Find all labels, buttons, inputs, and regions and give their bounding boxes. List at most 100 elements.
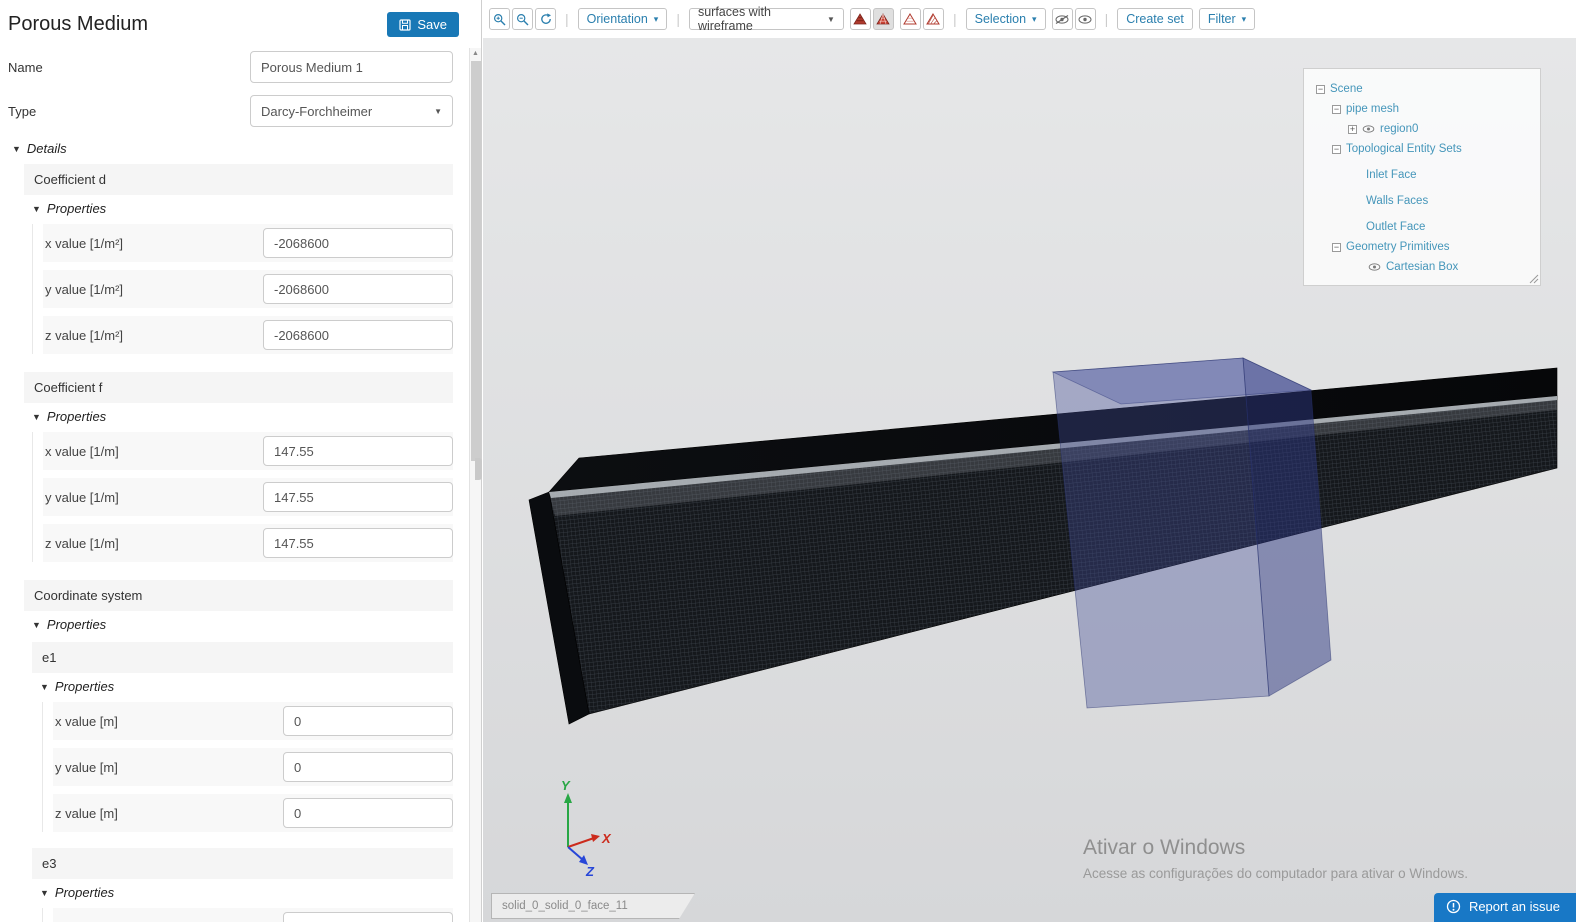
hide-selection-button[interactable] — [1051, 8, 1073, 30]
collapse-icon: ▼ — [32, 619, 41, 630]
save-button[interactable]: Save — [387, 12, 459, 37]
axis-z-label: Z — [585, 864, 595, 879]
viewer-area: | Orientation ▾ | surfaces with wirefram… — [483, 0, 1576, 922]
chevron-down-icon: ▾ — [653, 13, 659, 24]
selection-dropdown[interactable]: Selection ▾ — [965, 8, 1046, 30]
properties-label: Properties — [46, 201, 107, 216]
properties-toggle[interactable]: ▼ Properties — [32, 409, 453, 424]
tree-item-scene[interactable]: − Scene — [1304, 79, 1540, 99]
property-row: y value [m] — [53, 748, 453, 786]
orientation-label: Orientation — [586, 12, 648, 26]
z-value-input[interactable] — [263, 528, 453, 558]
mesh-view-button-1[interactable] — [849, 8, 871, 30]
type-select[interactable]: Darcy-Forchheimer ▼ — [250, 95, 453, 127]
eye-icon[interactable] — [1362, 125, 1375, 133]
chevron-down-icon: ▼ — [434, 106, 442, 116]
panel-resize-handle[interactable] — [475, 458, 482, 480]
mesh-view-button-3[interactable] — [899, 8, 921, 30]
mesh-surface-wireframe-icon — [876, 13, 891, 25]
section-coefficient-d: Coefficient d ▼ Properties x value [1/m²… — [24, 164, 453, 354]
name-label: Name — [8, 59, 43, 75]
zoom-out-icon — [516, 13, 529, 25]
property-row: x value [m] — [53, 908, 453, 922]
axis-y-label: Y — [561, 778, 571, 793]
property-row: x value [m] — [53, 702, 453, 740]
z-value-input[interactable] — [263, 320, 453, 350]
properties-label: Properties — [54, 679, 115, 694]
mesh-view-button-4[interactable] — [922, 8, 944, 30]
properties-toggle[interactable]: ▼ Properties — [40, 679, 453, 694]
property-row: y value [1/m] — [43, 478, 453, 516]
create-set-button[interactable]: Create set — [1117, 8, 1193, 30]
scrollbar-thumb[interactable] — [471, 61, 481, 461]
eye-slash-icon — [1055, 14, 1069, 24]
tree-item-topological-entity-sets[interactable]: − Topological Entity Sets — [1304, 139, 1540, 159]
collapse-box-icon[interactable]: − — [1332, 144, 1341, 154]
chevron-down-icon: ▾ — [1241, 13, 1247, 24]
mesh-view-button-2[interactable] — [872, 8, 894, 30]
collapse-box-icon[interactable]: − — [1332, 104, 1341, 114]
tree-item-geometry-primitives[interactable]: − Geometry Primitives — [1304, 237, 1540, 257]
properties-toggle[interactable]: ▼ Properties — [32, 201, 453, 216]
x-value-input[interactable] — [283, 912, 453, 922]
tree-item-cartesian-box[interactable]: Cartesian Box — [1304, 257, 1540, 277]
details-label: Details — [26, 141, 67, 156]
x-value-input[interactable] — [263, 436, 453, 466]
subsection-e3: e3 ▼ Properties x value [m] y value [m] — [32, 848, 453, 922]
chevron-down-icon: ▼ — [827, 14, 835, 24]
zoom-in-button[interactable] — [489, 8, 510, 30]
save-icon — [399, 18, 411, 31]
toolbar-separator: | — [676, 11, 680, 27]
x-value-input[interactable] — [283, 706, 453, 736]
orientation-dropdown[interactable]: Orientation ▾ — [577, 8, 668, 30]
y-value-input[interactable] — [283, 752, 453, 782]
report-issue-button[interactable]: Report an issue — [1433, 893, 1576, 922]
axis-triad: Y X Z — [561, 778, 612, 879]
zoom-out-button[interactable] — [512, 8, 533, 30]
create-set-label: Create set — [1126, 12, 1184, 26]
type-label: Type — [8, 103, 37, 119]
expand-box-icon[interactable]: + — [1348, 124, 1357, 134]
properties-toggle[interactable]: ▼ Properties — [32, 617, 453, 632]
x-value-input[interactable] — [263, 228, 453, 258]
details-toggle[interactable]: ▼ Details — [12, 141, 453, 156]
properties-label: Properties — [46, 617, 107, 632]
property-row: y value [1/m²] — [43, 270, 453, 308]
tree-item-outlet-face[interactable]: Outlet Face — [1304, 217, 1540, 237]
tree-resize-handle[interactable] — [1527, 272, 1539, 284]
panel-header: Porous Medium Save — [0, 0, 481, 45]
eye-icon[interactable] — [1368, 263, 1381, 271]
type-select-value: Darcy-Forchheimer — [261, 103, 373, 119]
refresh-icon — [540, 13, 551, 24]
toolbar-separator: | — [565, 11, 569, 27]
section-coefficient-f: Coefficient f ▼ Properties x value [1/m]… — [24, 372, 453, 562]
properties-label: Properties — [46, 409, 107, 424]
tree-item-pipe-mesh[interactable]: − pipe mesh — [1304, 99, 1540, 119]
property-row: z value [1/m] — [43, 524, 453, 562]
y-value-input[interactable] — [263, 482, 453, 512]
viewport-3d[interactable]: Y X Z − Scene − pipe mesh + region0 − To… — [483, 38, 1576, 922]
pipe-mesh-solid — [528, 367, 1558, 725]
panel-scrollbar[interactable]: ▲ — [469, 48, 481, 922]
show-selection-button[interactable] — [1074, 8, 1096, 30]
name-input[interactable] — [250, 51, 453, 83]
selection-label: Selection — [974, 12, 1027, 26]
collapse-box-icon[interactable]: − — [1332, 242, 1341, 252]
scrollbar-up-icon[interactable]: ▲ — [470, 48, 481, 60]
tree-item-inlet-face[interactable]: Inlet Face — [1304, 165, 1540, 185]
report-issue-icon — [1446, 899, 1461, 914]
collapse-icon: ▼ — [40, 887, 49, 898]
viewer-toolbar: | Orientation ▾ | surfaces with wirefram… — [483, 0, 1576, 38]
tree-item-walls-faces[interactable]: Walls Faces — [1304, 191, 1540, 211]
scene-tree-panel: − Scene − pipe mesh + region0 − Topologi… — [1303, 68, 1541, 286]
filter-dropdown[interactable]: Filter ▾ — [1198, 8, 1256, 30]
reset-view-button[interactable] — [535, 8, 556, 30]
y-value-input[interactable] — [263, 274, 453, 304]
save-button-label: Save — [417, 17, 447, 32]
render-mode-select[interactable]: surfaces with wireframe ▼ — [688, 5, 844, 33]
z-value-input[interactable] — [283, 798, 453, 828]
properties-toggle[interactable]: ▼ Properties — [40, 885, 453, 900]
tree-item-region0[interactable]: + region0 — [1304, 119, 1540, 139]
collapse-box-icon[interactable]: − — [1316, 84, 1325, 94]
mesh-hidden-icon — [926, 13, 941, 25]
